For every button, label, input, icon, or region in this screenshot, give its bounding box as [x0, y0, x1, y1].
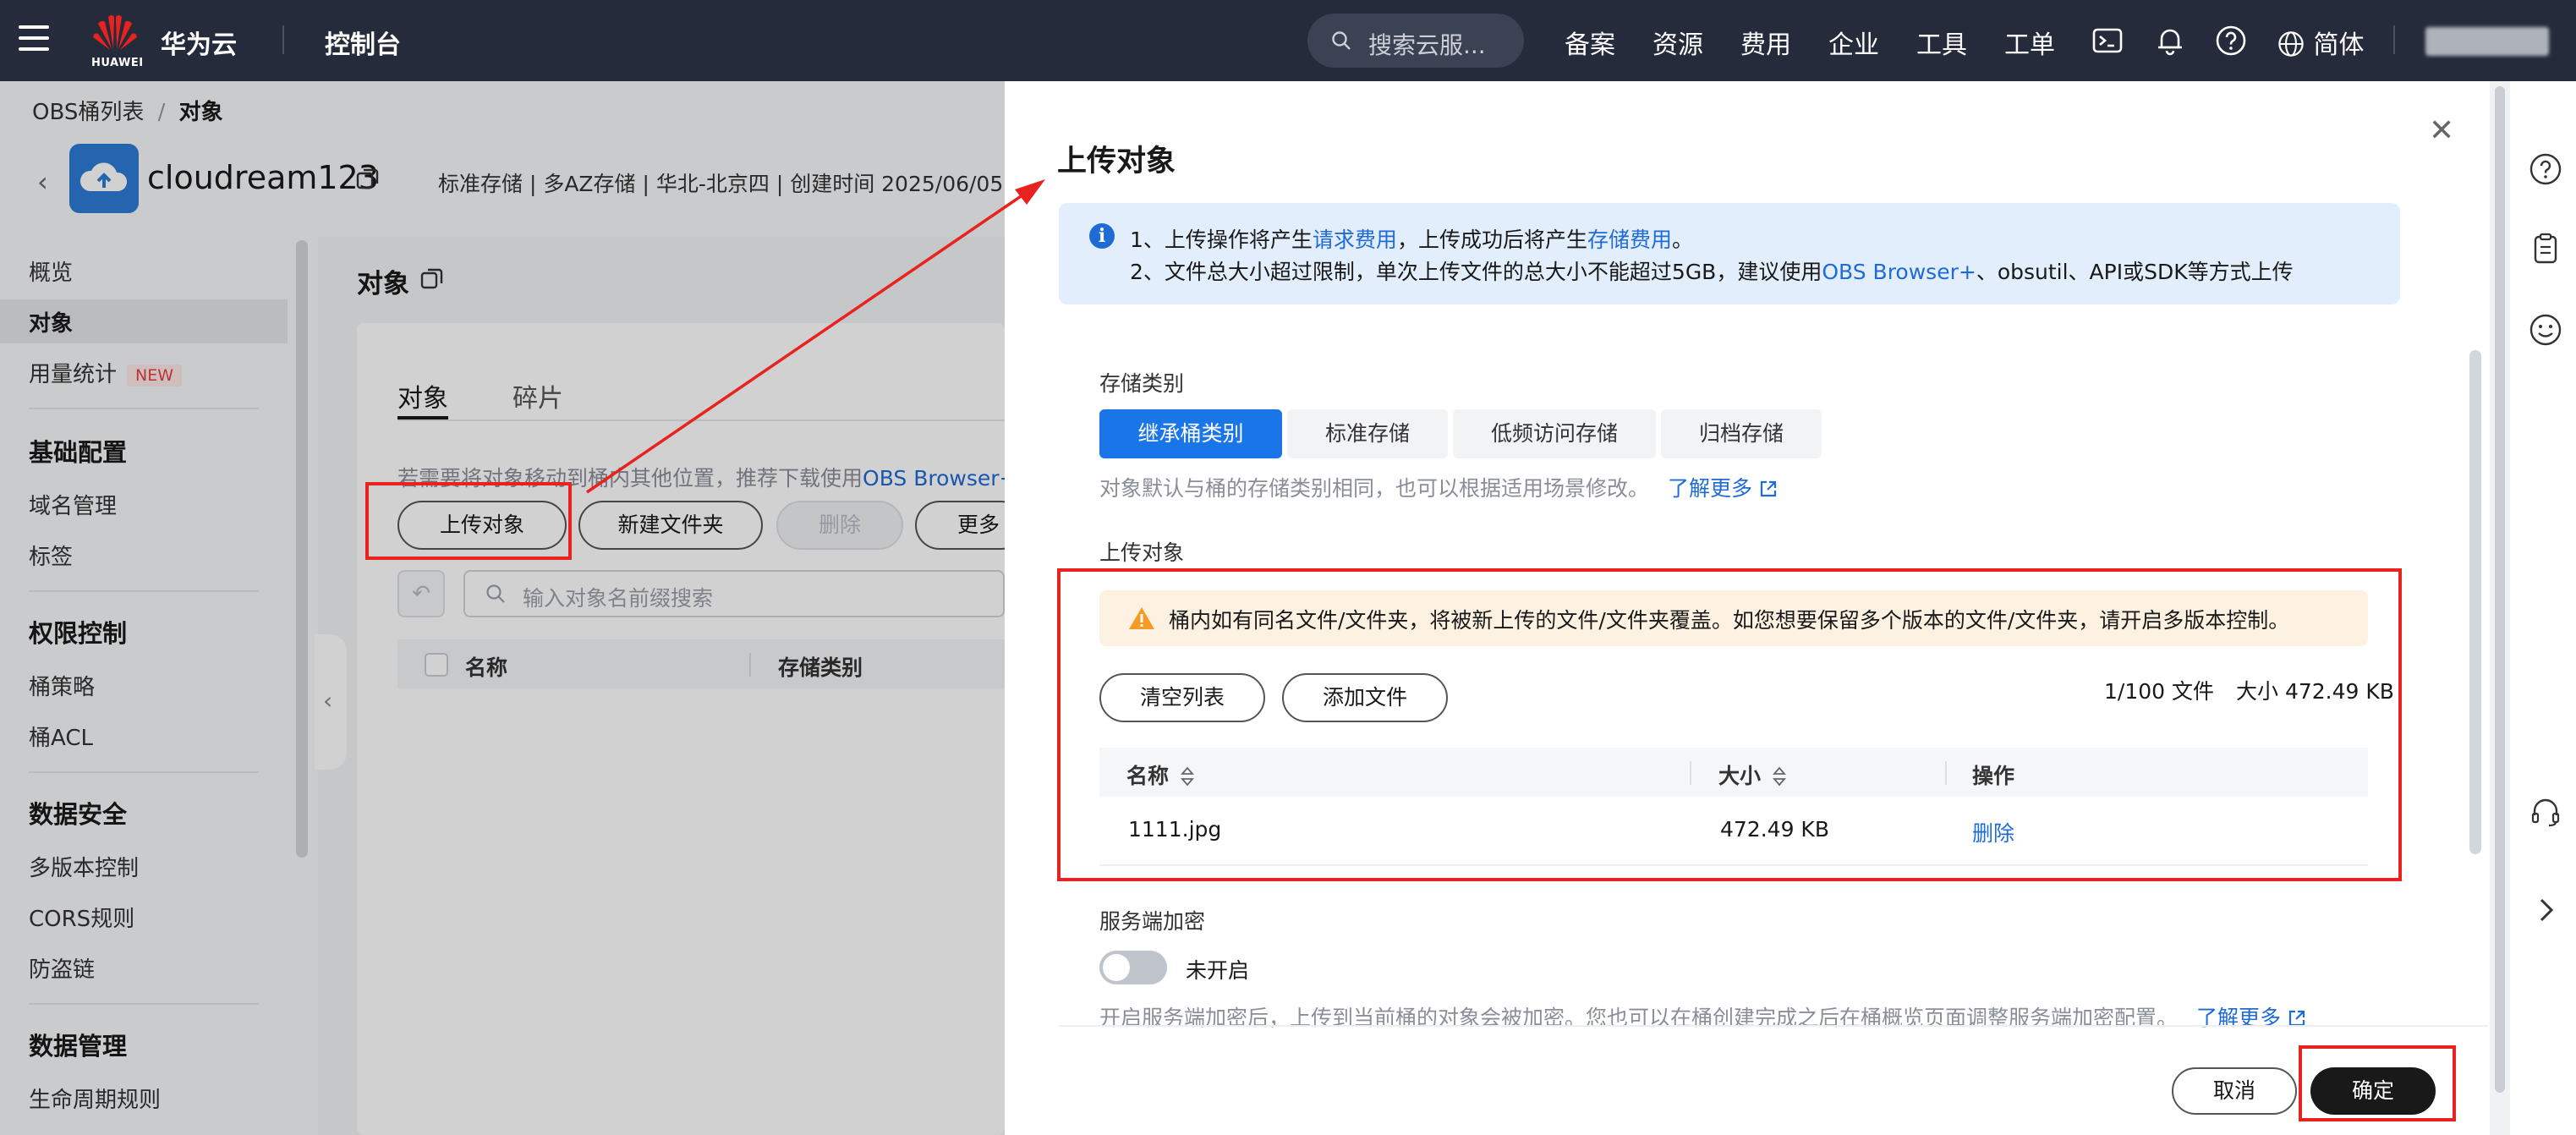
nav-filing[interactable]: 备案	[1565, 24, 1615, 61]
annotation-box-confirm	[2299, 1045, 2456, 1121]
info-icon: i	[1089, 223, 1115, 249]
encryption-state: 未开启	[1186, 958, 1250, 983]
headset-icon[interactable]	[2529, 795, 2562, 829]
search-placeholder: 搜索云服...	[1368, 31, 1486, 59]
upload-objects-label: 上传对象	[1099, 540, 1185, 565]
page-scrollbar[interactable]	[2490, 81, 2510, 1135]
storage-option-infrequent[interactable]: 低频访问存储	[1453, 409, 1656, 458]
encryption-hint: 开启服务端加密后，上传到当前桶的对象会被加密。您也可以在桶创建完成之后在桶概览页…	[1099, 1001, 2306, 1032]
huawei-logo-icon	[93, 15, 137, 50]
product-name[interactable]: 华为云	[161, 24, 237, 61]
annotation-box-upload	[365, 482, 572, 560]
storage-class-label: 存储类别	[1099, 371, 1185, 396]
encryption-label: 服务端加密	[1099, 909, 1206, 934]
divider	[282, 25, 284, 54]
info-line-2-text: 2、文件总大小超过限制，单次上传文件的总大小不能超过5GB，建议使用	[1130, 260, 1822, 284]
help-icon[interactable]	[2214, 24, 2248, 58]
globe-icon	[2278, 31, 2304, 57]
info-line-1-text: 1、上传操作将产生	[1130, 228, 1313, 252]
external-link-icon[interactable]	[1759, 480, 1778, 498]
page-scrollbar-thumb[interactable]	[2495, 86, 2505, 1093]
info-line-1-text-c: 。	[1671, 228, 1693, 252]
language-switch[interactable]: 简体	[2277, 24, 2365, 61]
drawer-scrollbar[interactable]	[2469, 350, 2481, 854]
nav-enterprise[interactable]: 企业	[1828, 24, 1879, 61]
storage-option-archive[interactable]: 归档存储	[1661, 409, 1822, 458]
console-link[interactable]: 控制台	[325, 24, 401, 61]
nav-tools[interactable]: 工具	[1916, 24, 1967, 61]
divider	[2393, 25, 2395, 54]
storage-class-hint: 对象默认与桶的存储类别相同，也可以根据适用场景修改。 了解更多	[1099, 472, 1778, 502]
chevron-right-icon[interactable]	[2529, 893, 2562, 927]
nav-billing[interactable]: 费用	[1740, 24, 1791, 61]
toggle-knob	[1103, 954, 1130, 981]
global-search[interactable]: 搜索云服...	[1307, 14, 1524, 68]
smiley-icon[interactable]	[2529, 313, 2562, 347]
huawei-logo[interactable]: HUAWEI	[91, 12, 144, 69]
learn-more-link[interactable]: 了解更多	[1668, 476, 1752, 501]
storage-option-standard[interactable]: 标准存储	[1287, 409, 1448, 458]
drawer-title: 上传对象	[1057, 145, 1176, 178]
modal-backdrop[interactable]	[0, 81, 1005, 1135]
top-bar: HUAWEI 华为云 控制台 搜索云服... 备案 资源 费用 企业 工具 工单	[0, 0, 2576, 81]
logo-brand-text: HUAWEI	[91, 57, 144, 69]
storage-option-inherit[interactable]: 继承桶类别	[1099, 409, 1282, 458]
info-notice: i 1、上传操作将产生请求费用，上传成功后将产生存储费用。 2、文件总大小超过限…	[1059, 203, 2400, 304]
info-line-1-text-b: ，上传成功后将产生	[1396, 228, 1587, 252]
info-line-1: 1、上传操作将产生请求费用，上传成功后将产生存储费用。	[1130, 223, 1693, 254]
terminal-icon[interactable]	[2091, 24, 2124, 58]
annotation-box-file-list	[1057, 568, 2402, 881]
cancel-button[interactable]: 取消	[2172, 1067, 2297, 1115]
storage-fee-link[interactable]: 存储费用	[1587, 228, 1672, 252]
clipboard-icon[interactable]	[2529, 232, 2562, 266]
footer-divider	[1059, 1025, 2488, 1027]
obs-browser-link[interactable]: OBS Browser+	[1822, 260, 1976, 284]
nav-resources[interactable]: 资源	[1652, 24, 1703, 61]
request-fee-link[interactable]: 请求费用	[1313, 228, 1397, 252]
bell-icon[interactable]	[2153, 24, 2187, 58]
menu-icon[interactable]	[19, 25, 49, 51]
encryption-toggle[interactable]	[1099, 951, 1167, 984]
storage-class-hint-text: 对象默认与桶的存储类别相同，也可以根据适用场景修改。	[1099, 476, 1650, 501]
close-icon[interactable]: ✕	[2429, 113, 2454, 148]
info-line-2-text-b: 、obsutil、API或SDK等方式上传	[1976, 260, 2294, 284]
search-icon	[1332, 31, 1351, 50]
user-account[interactable]	[2425, 27, 2549, 56]
language-label: 简体	[2313, 30, 2365, 60]
help-icon[interactable]	[2529, 152, 2562, 186]
info-line-2: 2、文件总大小超过限制，单次上传文件的总大小不能超过5GB，建议使用OBS Br…	[1130, 255, 2294, 286]
nav-tickets[interactable]: 工单	[2004, 24, 2055, 61]
